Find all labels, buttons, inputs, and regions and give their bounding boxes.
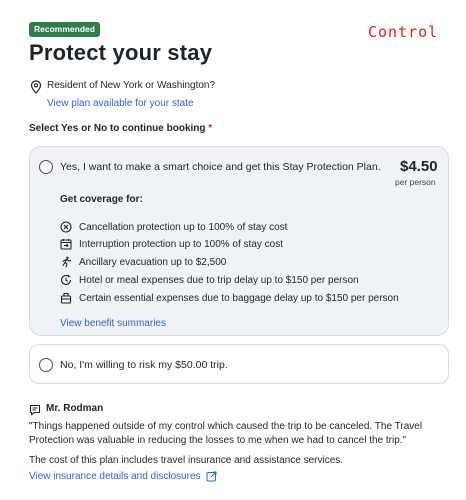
benefit-text: Certain essential expenses due to baggag… [79,292,399,304]
required-asterisk: * [208,123,213,134]
benefit-item: Certain essential expenses due to baggag… [60,290,399,306]
calendar-interruption-icon [60,239,72,250]
no-option-label[interactable]: No, I'm willing to risk my $50.00 trip. [60,359,228,371]
plan-price: $4.50 [400,158,438,175]
yes-radio[interactable] [39,160,53,174]
insurance-details-link[interactable]: View insurance details and disclosures [29,471,217,482]
benefit-text: Interruption protection up to 100% of st… [79,238,284,250]
benefit-item: Cancellation protection up to 100% of st… [60,219,287,235]
reviewer-name: Mr. Rodman [46,403,104,414]
residency-question: Resident of New York or Washington? [47,80,216,91]
benefit-item: Interruption protection up to 100% of st… [60,236,283,252]
yes-option-label[interactable]: Yes, I want to make a smart choice and g… [60,161,381,173]
cost-note: The cost of this plan includes travel in… [29,455,344,466]
benefit-text: Hotel or meal expenses due to trip delay… [79,274,359,286]
baggage-icon [60,292,72,304]
benefit-text: Cancellation protection up to 100% of st… [79,221,288,233]
location-pin-icon [30,80,42,94]
benefit-text: Ancillary evacuation up to $2,500 [79,256,227,268]
recommended-badge: Recommended [29,22,100,37]
coverage-title: Get coverage for: [60,194,143,205]
page-title: Protect your stay [29,40,213,65]
no-radio[interactable] [39,358,53,372]
benefit-item: Hotel or meal expenses due to trip delay… [60,272,359,288]
clock-delay-icon [60,274,72,285]
cancel-circle-icon [60,221,72,233]
external-link-icon[interactable] [206,471,217,482]
benefit-item: Ancillary evacuation up to $2,500 [60,254,226,270]
running-person-icon [62,256,72,268]
view-benefit-summaries-link[interactable]: View benefit summaries [60,318,166,329]
insurance-details-label[interactable]: View insurance details and disclosures [29,471,201,482]
price-unit: per person [395,177,436,187]
review-quote: "Things happened outside of my control w… [29,421,423,446]
view-state-plan-link[interactable]: View plan available for your state [47,98,194,109]
select-prompt-text: Select Yes or No to continue booking [29,123,206,134]
control-variant-tag: Control [368,23,439,41]
select-prompt: Select Yes or No to continue booking * [29,123,212,134]
review-comment-icon [29,404,41,416]
